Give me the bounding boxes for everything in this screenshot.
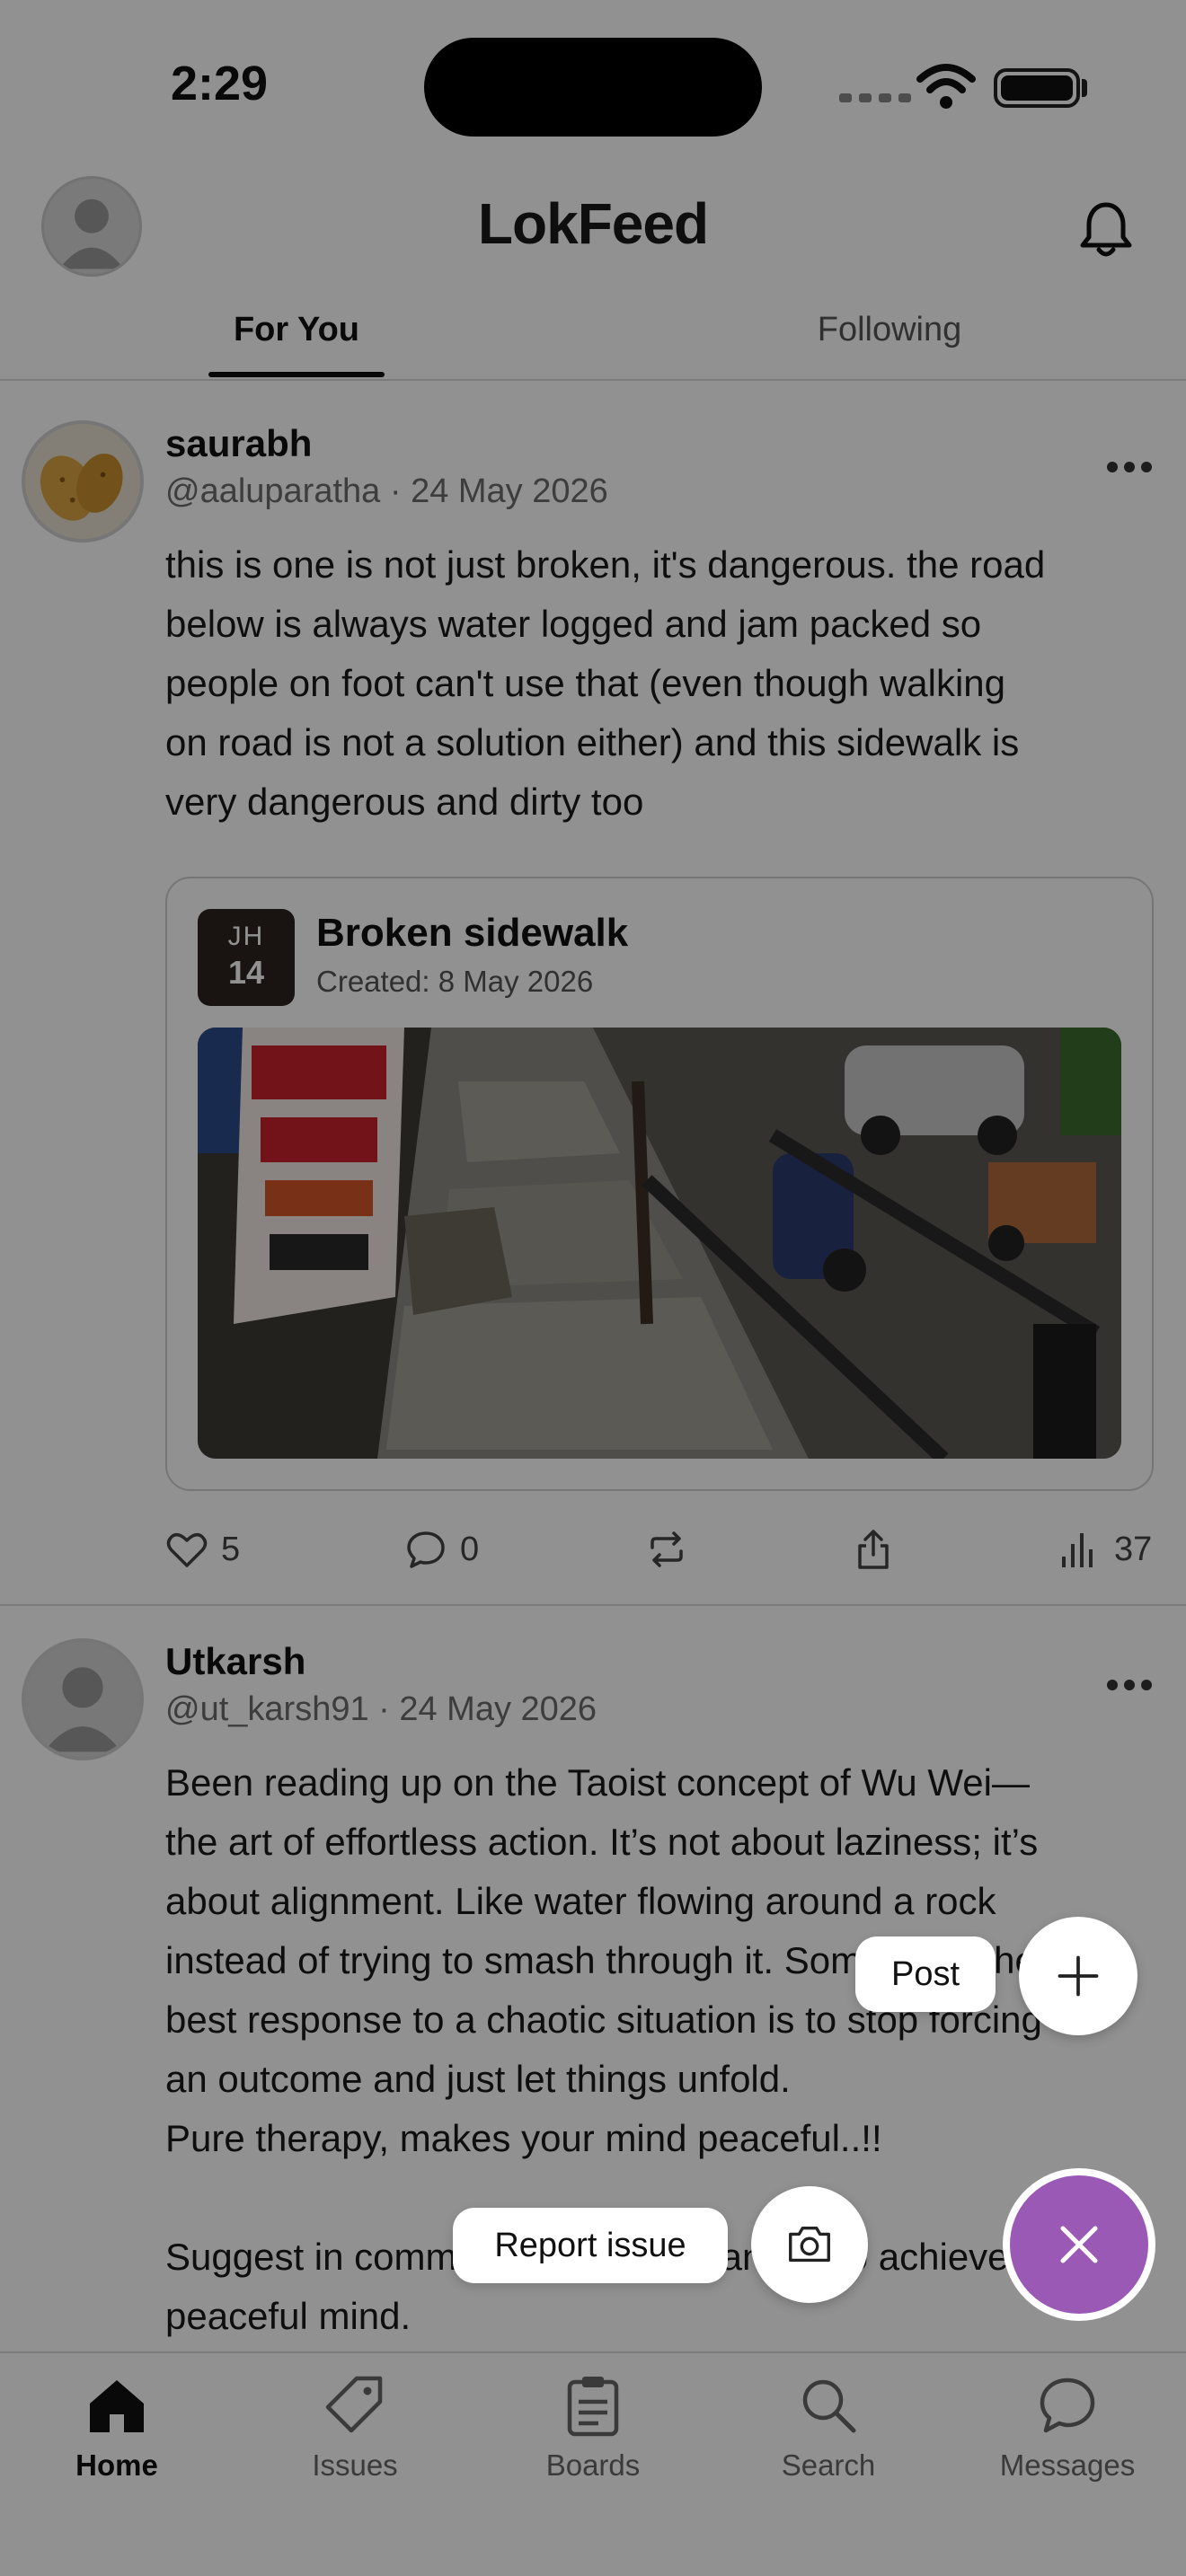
close-icon <box>1060 2226 1098 2263</box>
report-issue-button[interactable] <box>751 2186 868 2303</box>
camera-icon <box>789 2226 830 2263</box>
bottom-nav-dim <box>0 2351 1186 2576</box>
plus-icon <box>1058 1955 1099 1997</box>
post-menu-label[interactable]: Post <box>855 1936 996 2012</box>
close-fab-button[interactable] <box>1003 2168 1155 2321</box>
fab-menu-backdrop[interactable] <box>0 0 1186 2576</box>
report-issue-menu-label[interactable]: Report issue <box>453 2208 728 2283</box>
new-post-button[interactable] <box>1019 1917 1137 2035</box>
